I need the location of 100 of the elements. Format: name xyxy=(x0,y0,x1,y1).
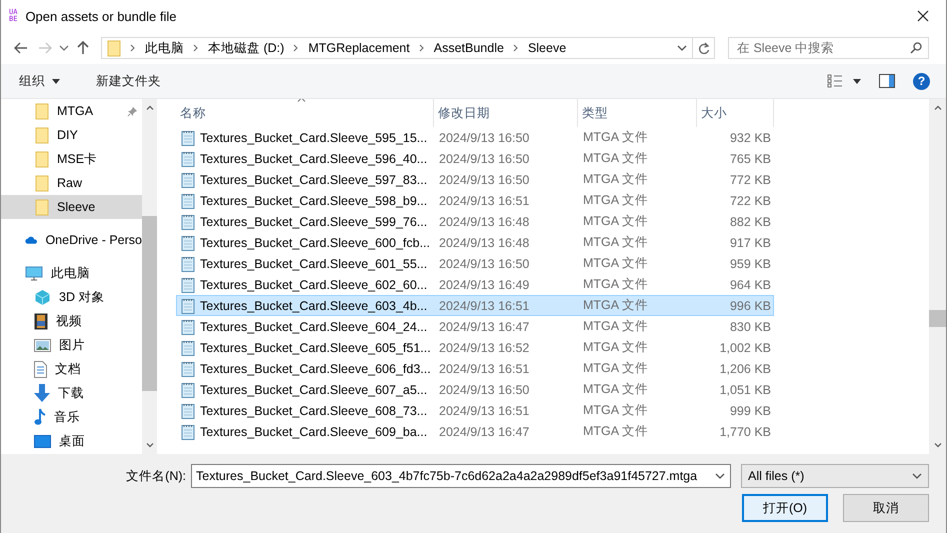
nav-item-label: 音乐 xyxy=(54,408,80,426)
scrollbar-thumb[interactable] xyxy=(142,216,157,391)
file-icon xyxy=(181,424,195,440)
folder-icon xyxy=(107,40,121,56)
nav-item[interactable]: 下载 xyxy=(1,381,142,405)
modified-date: 2024/9/13 16:50 xyxy=(438,256,530,272)
filename-label: 文件名(N): xyxy=(125,468,187,485)
nav-item[interactable]: 桌面 xyxy=(1,429,142,453)
modified-date: 2024/9/13 16:50 xyxy=(438,172,530,188)
nav-item-label: DIY xyxy=(57,128,78,142)
file-row[interactable]: Textures_Bucket_Card.Sleeve_601_55... 2024/9/13 16:50 MTGA 文件 959 KB xyxy=(176,253,774,274)
help-button[interactable]: ? xyxy=(913,72,930,90)
nav-item[interactable]: Sleeve xyxy=(1,195,142,219)
nav-item-label: 图片 xyxy=(59,336,85,354)
nav-item[interactable]: OneDrive - Perso xyxy=(1,228,142,252)
file-name: Textures_Bucket_Card.Sleeve_603_4b... xyxy=(200,298,428,312)
file-row[interactable]: Textures_Bucket_Card.Sleeve_597_83... 2024/9/13 16:50 MTGA 文件 772 KB xyxy=(176,169,774,190)
modified-date: 2024/9/13 16:50 xyxy=(438,150,530,168)
file-row[interactable]: Textures_Bucket_Card.Sleeve_608_73... 2024/9/13 16:51 MTGA 文件 999 KB xyxy=(176,400,774,421)
modified-date: 2024/9/13 16:50 xyxy=(438,130,530,146)
column-header[interactable]: 名称 xyxy=(176,99,434,127)
folder-icon xyxy=(35,102,49,120)
file-row[interactable]: Textures_Bucket_Card.Sleeve_595_15... 2024/9/13 16:50 MTGA 文件 932 KB xyxy=(176,127,774,148)
nav-item[interactable]: 3D 对象 xyxy=(1,285,142,309)
view-menu[interactable] xyxy=(827,74,861,88)
file-row[interactable]: Textures_Bucket_Card.Sleeve_599_76... 2024/9/13 16:48 MTGA 文件 882 KB xyxy=(176,211,774,232)
address-bar[interactable]: 此电脑 本地磁盘 (D:) MTGReplacement AssetBundle Sleeve xyxy=(101,37,693,59)
file-type: MTGA 文件 xyxy=(582,339,649,356)
nav-item-label: 文档 xyxy=(55,360,81,378)
folder-icon xyxy=(35,126,49,144)
file-row[interactable]: Textures_Bucket_Card.Sleeve_607_a5... 2024/9/13 16:50 MTGA 文件 1,051 KB xyxy=(176,379,774,400)
nav-item-label: Sleeve xyxy=(57,200,96,214)
computer-icon xyxy=(25,266,43,280)
file-row[interactable]: Textures_Bucket_Card.Sleeve_605_f51... 2024/9/13 16:52 MTGA 文件 1,002 KB xyxy=(176,337,774,358)
file-type: MTGA 文件 xyxy=(582,381,649,398)
file-row[interactable]: Textures_Bucket_Card.Sleeve_596_40... 2024/9/13 16:50 MTGA 文件 765 KB xyxy=(176,148,774,169)
breadcrumb[interactable]: Sleeve xyxy=(528,41,566,55)
organize-menu[interactable]: 组织 xyxy=(11,68,68,94)
refresh-button[interactable] xyxy=(693,37,715,59)
file-type: MTGA 文件 xyxy=(582,318,649,335)
nav-item-label: Raw xyxy=(57,176,82,190)
nav-item[interactable]: 文档 xyxy=(1,357,142,381)
file-row[interactable]: Textures_Bucket_Card.Sleeve_603_4b... 2024/9/13 16:51 MTGA 文件 996 KB xyxy=(176,295,774,316)
nav-item[interactable]: DIY xyxy=(1,123,142,147)
nav-item[interactable]: Raw xyxy=(1,171,142,195)
file-type: MTGA 文件 xyxy=(582,402,649,419)
modified-date: 2024/9/13 16:51 xyxy=(438,402,530,420)
breadcrumb[interactable]: MTGReplacement xyxy=(308,41,410,55)
breadcrumb[interactable]: 本地磁盘 (D:) xyxy=(208,40,284,56)
nav-item[interactable]: 图片 xyxy=(1,333,142,357)
nav-item[interactable]: 视频 xyxy=(1,309,142,333)
file-size: 917 KB xyxy=(728,234,772,252)
file-row[interactable]: Textures_Bucket_Card.Sleeve_606_fd3... 2024/9/13 16:51 MTGA 文件 1,206 KB xyxy=(176,358,774,379)
file-icon xyxy=(181,360,195,376)
column-header[interactable]: 修改日期 xyxy=(434,99,578,127)
scrollbar-thumb[interactable] xyxy=(929,310,946,327)
open-button[interactable]: 打开(O) xyxy=(742,494,828,522)
file-type: MTGA 文件 xyxy=(582,276,649,293)
column-header[interactable]: 大小 xyxy=(697,99,774,127)
nav-item[interactable]: MSE卡 xyxy=(1,147,142,171)
file-size: 772 KB xyxy=(728,172,772,188)
nav-item-label: 下载 xyxy=(58,384,84,402)
file-row[interactable]: Textures_Bucket_Card.Sleeve_609_ba... 2024/9/13 16:47 MTGA 文件 1,770 KB xyxy=(176,421,774,442)
breadcrumb[interactable]: 此电脑 xyxy=(145,40,184,56)
file-icon xyxy=(181,172,195,188)
file-type: MTGA 文件 xyxy=(582,213,649,230)
music-note-icon xyxy=(34,408,46,426)
nav-item[interactable]: 音乐 xyxy=(1,405,142,429)
file-size: 964 KB xyxy=(728,276,772,294)
cancel-button[interactable]: 取消 xyxy=(843,494,929,522)
scrollbar[interactable] xyxy=(929,99,946,454)
download-arrow-icon xyxy=(34,384,50,402)
file-name: Textures_Bucket_Card.Sleeve_595_15... xyxy=(200,130,428,144)
desktop-icon xyxy=(34,434,51,448)
file-size: 1,051 KB xyxy=(718,382,772,398)
modified-date: 2024/9/13 16:49 xyxy=(438,276,530,294)
breadcrumb[interactable]: AssetBundle xyxy=(434,41,504,55)
file-icon xyxy=(181,340,195,356)
filename-field[interactable]: Textures_Bucket_Card.Sleeve_603_4b7fc75b-7c6d62a2a4a2a2989df5ef3a91f45727.mtga xyxy=(191,464,731,488)
nav-item[interactable]: 此电脑 xyxy=(1,261,142,285)
file-row[interactable]: Textures_Bucket_Card.Sleeve_600_fcb... 2024/9/13 16:48 MTGA 文件 917 KB xyxy=(176,232,774,253)
file-type-dropdown[interactable]: All files (*) xyxy=(741,464,929,488)
file-name: Textures_Bucket_Card.Sleeve_604_24... xyxy=(200,320,428,334)
picture-icon xyxy=(34,338,51,352)
preview-pane-icon[interactable] xyxy=(879,74,895,88)
forward-arrow-icon xyxy=(38,42,52,54)
file-row[interactable]: Textures_Bucket_Card.Sleeve_602_60... 2024/9/13 16:49 MTGA 文件 964 KB xyxy=(176,274,774,295)
new-folder-button[interactable]: 新建文件夹 xyxy=(88,68,169,94)
nav-item[interactable]: MTGA xyxy=(1,99,142,123)
column-header[interactable]: 类型 xyxy=(578,99,697,127)
search-field[interactable]: 在 Sleeve 中搜索 xyxy=(728,37,929,59)
scrollbar[interactable] xyxy=(142,99,157,454)
file-row[interactable]: Textures_Bucket_Card.Sleeve_604_24... 2024/9/13 16:47 MTGA 文件 830 KB xyxy=(176,316,774,337)
nav-item-label: 此电脑 xyxy=(51,264,90,282)
file-icon xyxy=(181,298,195,314)
file-row[interactable]: Textures_Bucket_Card.Sleeve_598_b9... 2024/9/13 16:51 MTGA 文件 722 KB xyxy=(176,190,774,211)
file-icon xyxy=(181,382,195,398)
details-view-icon xyxy=(827,74,843,88)
scroll-up-icon xyxy=(934,105,942,110)
file-name: Textures_Bucket_Card.Sleeve_600_fcb... xyxy=(200,236,430,250)
